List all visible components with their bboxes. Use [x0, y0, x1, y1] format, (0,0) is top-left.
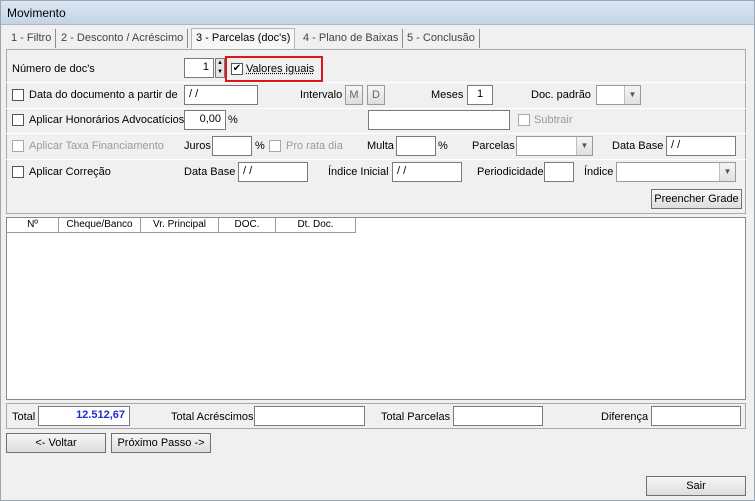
- total-acrescimos-input: [254, 406, 365, 426]
- intervalo-m-button[interactable]: M: [345, 85, 363, 105]
- juros-input[interactable]: [212, 136, 252, 156]
- multa-percent-label: %: [438, 140, 448, 152]
- indice-inicial-label: Índice Inicial: [328, 166, 389, 178]
- chevron-down-icon[interactable]: ▼: [624, 86, 640, 104]
- intervalo-label: Intervalo: [300, 89, 343, 101]
- percent-label: %: [228, 114, 238, 126]
- subtrair-checkbox[interactable]: [518, 114, 530, 126]
- pro-rata-checkbox[interactable]: [269, 140, 281, 152]
- parcelas-label: Parcelas: [472, 140, 515, 152]
- num-docs-input[interactable]: 1: [184, 58, 214, 78]
- multa-input[interactable]: [396, 136, 436, 156]
- periodicidade-input[interactable]: [544, 162, 574, 182]
- movimento-window: Movimento 1 - Filtro 2 - Desconto / Acré…: [0, 0, 755, 501]
- total-parcelas-input: [453, 406, 543, 426]
- indice-inicial-input[interactable]: / /: [392, 162, 462, 182]
- chevron-down-icon[interactable]: ▼: [719, 163, 735, 181]
- divider: [6, 108, 746, 109]
- data-base-input[interactable]: / /: [666, 136, 736, 156]
- data-base-label: Data Base: [612, 140, 664, 152]
- total-label: Total: [12, 411, 36, 423]
- data-doc-label: Data do documento a partir de: [29, 89, 178, 101]
- parcelas-grid[interactable]: Nº Cheque/Banco Vr. Principal DOC. Dt. D…: [6, 217, 746, 400]
- taxa-checkbox[interactable]: [12, 140, 24, 152]
- honorarios-input[interactable]: 0,00: [184, 110, 226, 130]
- pro-rata-label: Pro rata dia: [286, 140, 343, 152]
- grid-col-numero[interactable]: Nº: [7, 218, 59, 233]
- voltar-button[interactable]: <- Voltar: [6, 433, 106, 453]
- indice-select[interactable]: ▼: [616, 162, 736, 182]
- diferenca-input: [651, 406, 741, 426]
- correcao-label: Aplicar Correção: [29, 166, 111, 178]
- diferenca-label: Diferença: [601, 411, 649, 423]
- total-value: 12.512,67: [38, 406, 130, 426]
- multa-label: Multa: [367, 140, 394, 152]
- grid-col-doc[interactable]: DOC.: [219, 218, 276, 233]
- subtrair-label: Subtrair: [534, 114, 573, 126]
- taxa-label: Aplicar Taxa Financiamento: [29, 140, 164, 152]
- chevron-down-icon[interactable]: ▼: [576, 137, 592, 155]
- honorarios-checkbox[interactable]: [12, 114, 24, 126]
- total-parcelas-label: Total Parcelas: [381, 411, 451, 423]
- periodicidade-label: Periodicidade: [477, 166, 544, 178]
- divider: [6, 82, 746, 83]
- intervalo-d-button[interactable]: D: [367, 85, 385, 105]
- meses-label: Meses: [431, 89, 464, 101]
- correcao-data-base-label: Data Base: [184, 166, 236, 178]
- correcao-data-base-input[interactable]: / /: [238, 162, 308, 182]
- divider: [6, 159, 746, 160]
- num-docs-label: Número de doc's: [12, 63, 95, 75]
- tab-conclusao[interactable]: 5 - Conclusão: [403, 29, 480, 48]
- doc-padrao-label: Doc. padrão: [531, 89, 591, 101]
- correcao-checkbox[interactable]: [12, 166, 24, 178]
- tab-filtro[interactable]: 1 - Filtro: [7, 29, 57, 48]
- parcelas-select[interactable]: ▼: [516, 136, 593, 156]
- grid-col-vr-principal[interactable]: Vr. Principal: [141, 218, 219, 233]
- parcelas-panel: [6, 49, 746, 214]
- tab-desconto-acrescimo[interactable]: 2 - Desconto / Acréscimo: [57, 29, 189, 48]
- tab-plano-baixas[interactable]: 4 - Plano de Baixas: [299, 29, 404, 48]
- spin-up-icon[interactable]: ▲: [216, 59, 224, 68]
- doc-padrao-select[interactable]: ▼: [596, 85, 641, 105]
- spin-down-icon[interactable]: ▼: [216, 68, 224, 77]
- divider: [6, 133, 746, 134]
- grid-col-dt-doc[interactable]: Dt. Doc.: [276, 218, 356, 233]
- tab-parcelas[interactable]: 3 - Parcelas (doc's): [191, 28, 296, 49]
- proximo-passo-button[interactable]: Próximo Passo ->: [111, 433, 211, 453]
- data-doc-input[interactable]: / /: [184, 85, 258, 105]
- window-title: Movimento: [1, 1, 754, 25]
- honorarios-description-input[interactable]: [368, 110, 510, 130]
- data-doc-checkbox[interactable]: [12, 89, 24, 101]
- juros-percent-label: %: [255, 140, 265, 152]
- grid-col-cheque-banco[interactable]: Cheque/Banco: [59, 218, 141, 233]
- total-acrescimos-label: Total Acréscimos: [171, 411, 254, 423]
- spin-updown-icon[interactable]: ▲ ▼: [215, 58, 225, 78]
- sair-button[interactable]: Sair: [646, 476, 746, 496]
- honorarios-label: Aplicar Honorários Advocatícios: [29, 114, 185, 126]
- meses-input[interactable]: 1: [467, 85, 493, 105]
- juros-label: Juros: [184, 140, 211, 152]
- indice-label: Índice: [584, 166, 614, 178]
- highlight-box: [225, 56, 323, 82]
- preencher-grade-button[interactable]: Preencher Grade: [651, 189, 742, 209]
